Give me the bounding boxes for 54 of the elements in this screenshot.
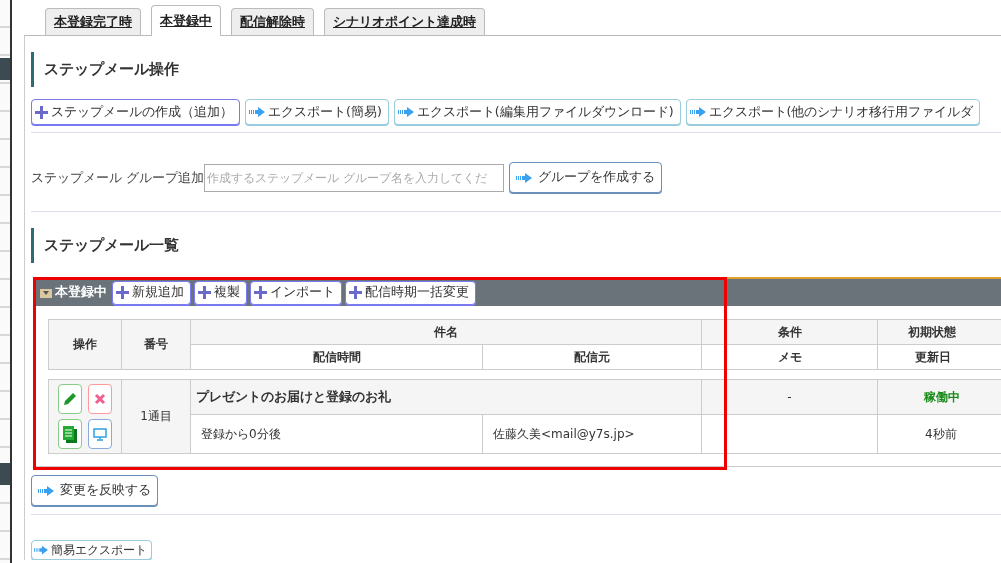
- monitor-icon: [93, 427, 107, 441]
- group-name: 本登録中: [55, 284, 107, 301]
- copy-button[interactable]: [58, 419, 82, 449]
- column-header: 配信時間: [190, 344, 483, 370]
- table-cell: 4秒前: [877, 414, 1001, 454]
- section-heading: ステップメール操作: [31, 52, 1001, 87]
- preview-button[interactable]: [88, 419, 112, 449]
- plus-icon: [254, 286, 267, 299]
- column-header: 更新日: [877, 344, 1001, 370]
- column-header: 番号: [121, 319, 191, 370]
- column-header: 初期状態: [877, 319, 1001, 345]
- group-button[interactable]: インポート: [250, 280, 342, 305]
- plus-icon: [35, 105, 48, 119]
- caret-icon[interactable]: [40, 287, 52, 298]
- column-header: 条件: [701, 319, 878, 345]
- input-field[interactable]: 作成するステップメール グループ名を入力してくだ: [204, 163, 505, 192]
- group-button[interactable]: 新規追加: [112, 280, 191, 305]
- column-header: メモ: [701, 344, 878, 370]
- group-button[interactable]: 複製: [194, 280, 247, 305]
- table-cell: 1通目: [121, 379, 191, 454]
- pencil-icon: [63, 392, 77, 406]
- toolbar-button[interactable]: ステップメールの作成（追加）: [31, 99, 240, 125]
- tab[interactable]: シナリオポイント達成時: [324, 8, 485, 35]
- tab[interactable]: 本登録中: [151, 5, 221, 36]
- status-cell: 稼働中: [877, 379, 1001, 415]
- group-button[interactable]: 配信時期一括変更: [345, 280, 476, 305]
- arrow-icon: [689, 107, 706, 117]
- table-cell: 登録から0分後: [190, 414, 483, 454]
- plus-icon: [116, 286, 129, 299]
- document-icon: [63, 425, 77, 443]
- field-label: ステップメール グループ追加: [31, 168, 205, 187]
- column-header: 操作: [48, 319, 122, 370]
- delete-button[interactable]: [88, 384, 112, 414]
- tab[interactable]: 配信解除時: [231, 8, 314, 35]
- close-icon: [94, 393, 106, 405]
- plus-icon: [349, 286, 362, 299]
- toolbar-button[interactable]: エクスポート(他のシナリオ移行用ファイルダ: [685, 99, 981, 125]
- plus-icon: [198, 286, 211, 299]
- table-cell: -: [701, 379, 878, 415]
- arrow-icon: [397, 107, 414, 117]
- toolbar-button[interactable]: エクスポート(簡易): [245, 99, 389, 125]
- column-header: 配信元: [482, 344, 702, 370]
- column-header: 件名: [190, 319, 702, 345]
- table-cell: プレゼントのお届けと登録のお礼: [190, 379, 702, 415]
- tab[interactable]: 本登録完了時: [45, 8, 141, 35]
- edit-button[interactable]: [58, 384, 82, 414]
- toolbar-button[interactable]: エクスポート(編集用ファイルダウンロード): [393, 99, 681, 125]
- apply-changes-button[interactable]: 変更を反映する: [31, 475, 158, 506]
- arrow-icon: [34, 545, 48, 555]
- arrow-icon: [249, 107, 265, 117]
- create-group-button[interactable]: グループを作成する: [509, 162, 663, 193]
- simple-export-button[interactable]: 簡易エクスポート: [31, 540, 152, 560]
- section-heading: ステップメール一覧: [31, 228, 1001, 263]
- table-cell: 佐藤久美<mail@y7s.jp>: [482, 414, 702, 454]
